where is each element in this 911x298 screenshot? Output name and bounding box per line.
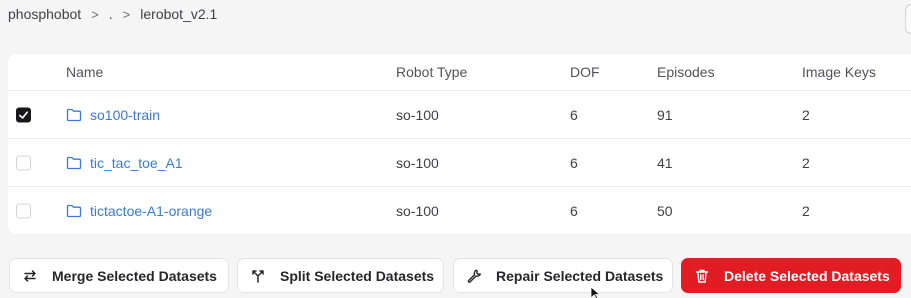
merge-datasets-button[interactable]: Merge Selected Datasets	[9, 258, 229, 293]
dof-cell: 6	[570, 202, 578, 219]
row-checkbox[interactable]	[16, 107, 31, 122]
column-header-dof[interactable]: DOF	[570, 64, 600, 80]
image-keys-cell: 2	[802, 154, 810, 171]
dataset-name: tictactoe-A1-orange	[90, 202, 213, 219]
column-header-episodes[interactable]: Episodes	[657, 64, 715, 80]
merge-button-label: Merge Selected Datasets	[52, 267, 217, 284]
episodes-cell: 41	[657, 154, 673, 171]
folder-icon	[66, 156, 82, 169]
datasets-table: Name Robot Type DOF Episodes Image Keys …	[8, 54, 911, 234]
breadcrumb-separator: >	[122, 6, 131, 22]
row-checkbox[interactable]	[16, 155, 31, 170]
image-keys-cell: 2	[802, 106, 810, 123]
episodes-cell: 91	[657, 106, 673, 123]
delete-datasets-button[interactable]: Delete Selected Datasets	[681, 258, 901, 293]
delete-button-label: Delete Selected Datasets	[724, 267, 890, 284]
split-icon	[252, 269, 264, 283]
table-row[interactable]: so100-train so-100 6 91 2	[8, 91, 911, 139]
dataset-name-link[interactable]: tictactoe-A1-orange	[66, 203, 212, 219]
table-row[interactable]: tic_tac_toe_A1 so-100 6 41 2	[8, 139, 911, 187]
breadcrumb-item-root[interactable]: phosphobot	[8, 6, 81, 22]
split-datasets-button[interactable]: Split Selected Datasets	[237, 258, 444, 293]
folder-icon	[66, 108, 82, 121]
robot-type-cell: so-100	[396, 154, 439, 171]
breadcrumb-separator: >	[91, 6, 99, 22]
column-header-robot-type[interactable]: Robot Type	[396, 64, 467, 80]
dataset-name-link[interactable]: so100-train	[66, 107, 160, 123]
repair-datasets-button[interactable]: Repair Selected Datasets	[453, 258, 673, 293]
split-button-label: Split Selected Datasets	[280, 267, 435, 284]
image-keys-cell: 2	[802, 202, 810, 219]
mouse-pointer-icon	[590, 287, 601, 298]
robot-type-cell: so-100	[396, 106, 439, 123]
folder-icon	[66, 204, 82, 217]
episodes-cell: 50	[657, 202, 673, 219]
column-header-image-keys[interactable]: Image Keys	[802, 64, 876, 80]
table-header-row: Name Robot Type DOF Episodes Image Keys	[8, 54, 911, 91]
checkmark-icon	[19, 110, 28, 119]
dataset-name-link[interactable]: tic_tac_toe_A1	[66, 155, 183, 171]
repair-button-label: Repair Selected Datasets	[496, 267, 664, 284]
wrench-icon	[467, 269, 481, 283]
partial-button[interactable]	[905, 4, 911, 34]
trash-icon	[695, 269, 709, 283]
breadcrumb: phosphobot > . > lerobot_v2.1	[8, 6, 217, 22]
row-checkbox[interactable]	[16, 203, 31, 218]
dataset-name: so100-train	[90, 106, 161, 123]
dataset-name: tic_tac_toe_A1	[90, 154, 183, 171]
breadcrumb-item-folder[interactable]: lerobot_v2.1	[140, 6, 217, 22]
dof-cell: 6	[570, 154, 578, 171]
dof-cell: 6	[570, 106, 578, 123]
column-header-name[interactable]: Name	[66, 64, 103, 80]
arrows-swap-icon	[24, 269, 36, 282]
robot-type-cell: so-100	[396, 202, 439, 219]
page: phosphobot > . > lerobot_v2.1 Name Robot…	[0, 0, 911, 298]
table-row[interactable]: tictactoe-A1-orange so-100 6 50 2	[8, 187, 911, 234]
breadcrumb-item-current-dir[interactable]: .	[109, 6, 113, 22]
